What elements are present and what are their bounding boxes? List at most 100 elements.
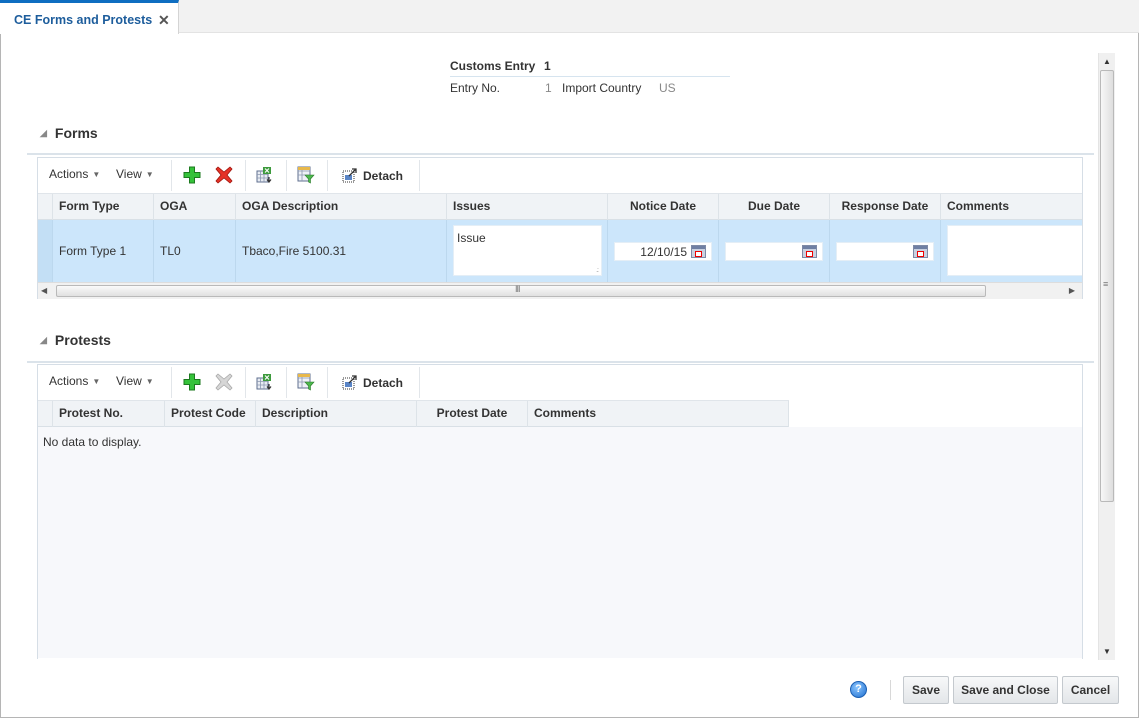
oga-value: TL0 <box>160 244 181 258</box>
export-to-excel-icon[interactable] <box>256 373 274 391</box>
customs-entry-label: Customs Entry <box>450 59 536 73</box>
scroll-left-icon[interactable]: ◀ <box>41 286 47 295</box>
row-header-column <box>38 401 53 427</box>
vertical-scroll-thumb[interactable]: ≡ <box>1100 70 1114 502</box>
forms-actions-menu[interactable]: Actions ▼ <box>49 167 100 181</box>
chevron-down-icon: ▼ <box>92 170 101 179</box>
protests-table-body <box>38 427 1082 658</box>
save-and-close-button[interactable]: Save and Close <box>953 676 1058 704</box>
column-header-comments[interactable]: Comments <box>528 401 789 427</box>
grip-icon: III <box>515 284 520 294</box>
help-icon[interactable]: ? <box>850 681 867 698</box>
toolbar-separator <box>286 160 287 191</box>
column-header-oga[interactable]: OGA <box>154 194 236 220</box>
collapse-triangle-icon[interactable]: ◢ <box>40 128 47 139</box>
comments-textarea[interactable] <box>947 225 1082 276</box>
column-header-form-type[interactable]: Form Type <box>53 194 154 220</box>
detach-icon <box>342 168 357 183</box>
protests-actions-menu[interactable]: Actions ▼ <box>49 374 100 388</box>
scroll-right-icon[interactable]: ▶ <box>1069 286 1075 295</box>
protests-view-menu[interactable]: View ▼ <box>116 374 154 388</box>
column-header-issues[interactable]: Issues <box>447 194 608 220</box>
header-divider <box>450 76 730 77</box>
toolbar-separator <box>245 160 246 191</box>
toolbar-separator <box>327 367 328 398</box>
protests-section-title: Protests <box>54 332 111 348</box>
chevron-down-icon: ▼ <box>145 170 154 179</box>
customs-entry-value: 1 <box>544 59 551 73</box>
forms-section-divider <box>27 153 1094 155</box>
column-header-description[interactable]: Description <box>256 401 417 427</box>
protests-section-header[interactable]: ◢ Protests <box>40 332 111 348</box>
collapse-triangle-icon[interactable]: ◢ <box>40 335 47 346</box>
due-date-input[interactable] <box>725 242 823 261</box>
cell-oga: TL0 <box>154 220 236 282</box>
issues-value: Issue <box>457 231 486 245</box>
delete-icon[interactable] <box>215 166 233 184</box>
scroll-down-icon[interactable]: ▼ <box>1103 647 1111 656</box>
page-vertical-scrollbar[interactable]: ▲ ≡ ▼ <box>1098 53 1115 660</box>
empty-table-message: No data to display. <box>43 435 142 449</box>
entry-no-label: Entry No. <box>450 81 501 95</box>
table-row[interactable]: Form Type 1 TL0 Tbaco,Fire 5100.31 Issue… <box>38 220 1082 282</box>
cell-oga-description: Tbaco,Fire 5100.31 <box>236 220 447 282</box>
column-header-protest-code[interactable]: Protest Code <box>165 401 256 427</box>
calendar-icon[interactable] <box>802 245 817 258</box>
forms-horizontal-scrollbar[interactable]: ◀ III ▶ <box>38 282 1082 299</box>
forms-detach-button[interactable]: Detach <box>342 167 403 183</box>
toolbar-separator <box>419 367 420 398</box>
forms-section-header[interactable]: ◢ Forms <box>40 125 98 141</box>
export-to-excel-icon[interactable] <box>256 166 274 184</box>
notice-date-input[interactable]: 12/10/15 <box>614 242 712 261</box>
column-header-notice-date[interactable]: Notice Date <box>608 194 719 220</box>
tab-label: CE Forms and Protests <box>14 13 153 27</box>
entry-no-value: 1 <box>545 81 552 95</box>
resize-grip-icon[interactable]: .: <box>596 267 599 274</box>
tab-ce-forms-and-protests[interactable]: CE Forms and Protests ✕ <box>0 0 179 34</box>
forms-table-header: Form Type OGA OGA Description Issues Not… <box>38 193 1082 220</box>
toolbar-separator <box>171 160 172 191</box>
notice-date-value: 12/10/15 <box>640 245 687 259</box>
detach-icon <box>342 375 357 390</box>
response-date-input[interactable] <box>836 242 934 261</box>
forms-section-title: Forms <box>54 125 98 141</box>
toolbar-separator <box>245 367 246 398</box>
oga-description-value: Tbaco,Fire 5100.31 <box>242 244 347 258</box>
horizontal-scroll-thumb[interactable]: III <box>56 284 986 297</box>
view-label: View <box>116 374 142 388</box>
tab-bar: CE Forms and Protests ✕ <box>0 0 1139 34</box>
close-icon[interactable]: ✕ <box>158 12 170 29</box>
column-header-oga-description[interactable]: OGA Description <box>236 194 447 220</box>
toolbar-separator <box>419 160 420 191</box>
cancel-button[interactable]: Cancel <box>1062 676 1119 704</box>
row-header-cell[interactable] <box>38 220 53 282</box>
protests-detach-button[interactable]: Detach <box>342 374 403 390</box>
column-header-response-date[interactable]: Response Date <box>830 194 941 220</box>
protests-section-divider <box>27 361 1094 363</box>
scroll-up-icon[interactable]: ▲ <box>1103 57 1111 66</box>
issues-textarea[interactable]: Issue .: <box>453 225 602 276</box>
toolbar-separator <box>327 160 328 191</box>
cell-form-type: Form Type 1 <box>53 220 154 282</box>
import-country-value: US <box>659 81 676 95</box>
row-header-column <box>38 194 53 220</box>
detach-label: Detach <box>363 169 404 183</box>
actions-label: Actions <box>49 374 89 388</box>
calendar-icon[interactable] <box>691 245 706 258</box>
forms-table-panel: Actions ▼ View ▼ Detach Form Type OGA OGA … <box>37 157 1083 299</box>
add-icon[interactable] <box>183 166 201 184</box>
column-header-due-date[interactable]: Due Date <box>719 194 830 220</box>
column-header-protest-date[interactable]: Protest Date <box>417 401 528 427</box>
query-by-example-icon[interactable] <box>297 373 315 391</box>
calendar-icon[interactable] <box>913 245 928 258</box>
save-button[interactable]: Save <box>903 676 949 704</box>
add-icon[interactable] <box>183 373 201 391</box>
forms-view-menu[interactable]: View ▼ <box>116 167 154 181</box>
chevron-down-icon: ▼ <box>145 377 154 386</box>
import-country-label: Import Country <box>562 81 642 95</box>
query-by-example-icon[interactable] <box>297 166 315 184</box>
form-type-value: Form Type 1 <box>59 244 127 258</box>
column-header-comments[interactable]: Comments <box>941 194 1082 220</box>
column-header-protest-no[interactable]: Protest No. <box>53 401 165 427</box>
toolbar-separator <box>286 367 287 398</box>
